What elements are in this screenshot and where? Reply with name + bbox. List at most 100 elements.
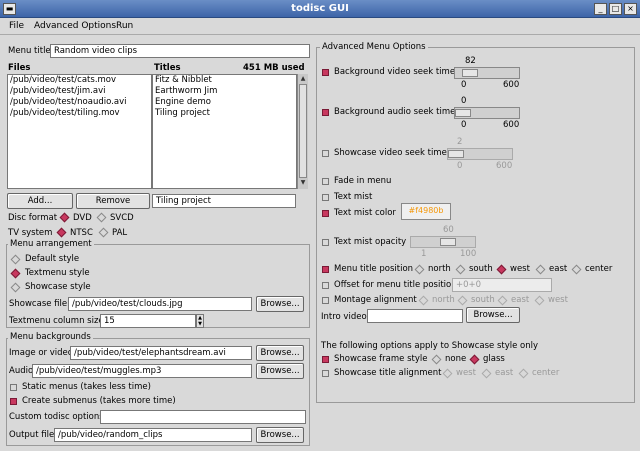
tv-system-label: TV system [8,228,53,238]
offset-checkbox[interactable] [322,282,329,289]
dvd-label: DVD [73,213,92,223]
bg-audio-seek-min: 0 [461,120,467,130]
output-file-label: Output file [9,430,55,440]
textmenu-style-label: Textmenu style [25,268,90,278]
offset-input[interactable]: +0+0 [452,278,552,292]
pal-radio[interactable] [98,227,109,238]
add-button[interactable]: Add... [7,193,73,209]
remove-button[interactable]: Remove [76,193,150,209]
menu-run[interactable]: Run [116,21,133,31]
showcase-file-label: Showcase file [9,299,68,309]
static-menus-checkbox[interactable] [10,384,17,391]
svcd-radio[interactable] [96,212,107,223]
scroll-down-icon[interactable]: ▼ [298,179,308,187]
create-submenus-checkbox[interactable] [10,398,17,405]
montage-east-label: east [511,295,530,305]
files-list[interactable]: /pub/video/test/cats.mov /pub/video/test… [7,74,152,189]
showcase-file-input[interactable]: /pub/video/test/clouds.jpg [68,297,252,311]
menu-bar: File Advanced Options Run [0,18,640,35]
position-center-label: center [585,264,613,274]
slider-handle[interactable] [461,69,478,77]
bg-audio-seek-checkbox[interactable] [322,109,329,116]
window-title: todisc GUI [291,3,349,14]
image-video-label: Image or video [9,348,73,358]
showcase-seek-slider[interactable] [447,148,513,160]
text-mist-opacity-checkbox[interactable] [322,239,329,246]
bg-audio-seek-label: Background audio seek time [334,107,456,117]
maximize-icon[interactable]: □ [609,3,622,15]
menu-title-input[interactable]: Random video clips [50,44,310,58]
showcase-title-alignment-checkbox[interactable] [322,370,329,377]
slider-handle[interactable] [455,109,471,117]
bg-video-seek-checkbox[interactable] [322,69,329,76]
close-icon[interactable]: × [624,3,637,15]
bg-audio-seek-slider[interactable] [454,107,520,119]
text-mist-opacity-value: 60 [443,225,454,235]
scroll-up-icon[interactable]: ▲ [298,75,308,83]
title-edit-input[interactable]: Tiling project [152,194,296,208]
window-menu-icon[interactable]: ▬ [3,3,16,15]
image-browse-button[interactable]: Browse... [256,345,304,361]
fade-in-menu-checkbox[interactable] [322,178,329,185]
text-mist-color-button[interactable]: #f4980b [401,203,451,220]
ntsc-radio[interactable] [56,227,67,238]
audio-browse-button[interactable]: Browse... [256,363,304,379]
slider-handle[interactable] [439,238,456,246]
image-video-input[interactable]: /pub/video/test/elephantsdream.avi [70,346,252,360]
list-scrollbar[interactable]: ▲ ▼ [297,74,308,189]
spinbox-arrows-icon[interactable]: ▲ ▼ [196,314,204,328]
list-item[interactable]: /pub/video/test/jim.avi [8,86,151,97]
advanced-menu-label: Advanced Menu Options [320,42,428,52]
showcase-seek-value: 2 [457,137,463,147]
title-align-west-label: west [456,368,476,378]
position-east-label: east [549,264,568,274]
showcase-title-alignment-label: Showcase title alignment [334,368,442,378]
showcase-frame-style-label: Showcase frame style [334,354,428,364]
list-item[interactable]: /pub/video/test/cats.mov [8,75,151,86]
custom-options-input[interactable] [100,410,306,424]
text-mist-color-checkbox[interactable] [322,210,329,217]
menu-file[interactable]: File [9,21,24,31]
bg-video-seek-slider[interactable] [454,67,520,79]
intro-browse-button[interactable]: Browse... [466,307,520,323]
position-north-label: north [428,264,451,274]
menu-title-label: Menu title [8,46,51,56]
bg-audio-seek-value: 0 [461,96,467,106]
list-item[interactable]: Tiling project [153,108,296,119]
menu-arrangement-label: Menu arrangement [8,239,94,249]
offset-label: Offset for menu title position [334,280,457,290]
text-mist-opacity-slider[interactable] [410,236,476,248]
intro-video-input[interactable] [367,309,463,323]
output-browse-button[interactable]: Browse... [256,427,304,443]
montage-alignment-checkbox[interactable] [322,297,329,304]
menu-advanced-options[interactable]: Advanced Options [34,21,116,31]
showcase-seek-checkbox[interactable] [322,150,329,157]
list-item[interactable]: /pub/video/test/noaudio.avi [8,97,151,108]
minimize-icon[interactable]: _ [594,3,607,15]
textmenu-column-label: Textmenu column size [9,316,104,326]
titles-list[interactable]: Fitz & Nibblet Earthworm Jim Engine demo… [152,74,297,189]
list-item[interactable]: /pub/video/test/tiling.mov [8,108,151,119]
dvd-radio[interactable] [59,212,70,223]
showcase-browse-button[interactable]: Browse... [256,296,304,312]
default-style-label: Default style [25,254,80,264]
list-item[interactable]: Fitz & Nibblet [153,75,296,86]
menu-title-position-checkbox[interactable] [322,266,329,273]
output-file-input[interactable]: /pub/video/random_clips [54,428,252,442]
static-menus-label: Static menus (takes less time) [22,382,151,392]
titles-header: Titles [154,63,181,73]
audio-label: Audio [9,366,34,376]
slider-handle[interactable] [448,150,465,158]
list-item[interactable]: Earthworm Jim [153,86,296,97]
title-align-center-label: center [532,368,560,378]
textmenu-column-spinbox[interactable]: 15 [100,314,196,328]
pal-label: PAL [112,228,128,238]
scroll-thumb[interactable] [299,84,307,178]
showcase-frame-style-checkbox[interactable] [322,356,329,363]
intro-video-label: Intro video [321,312,367,322]
menu-backgrounds-label: Menu backgrounds [8,332,93,342]
list-item[interactable]: Engine demo [153,97,296,108]
audio-input[interactable]: /pub/video/test/muggles.mp3 [32,364,252,378]
text-mist-checkbox[interactable] [322,194,329,201]
showcase-seek-max: 600 [496,161,513,171]
